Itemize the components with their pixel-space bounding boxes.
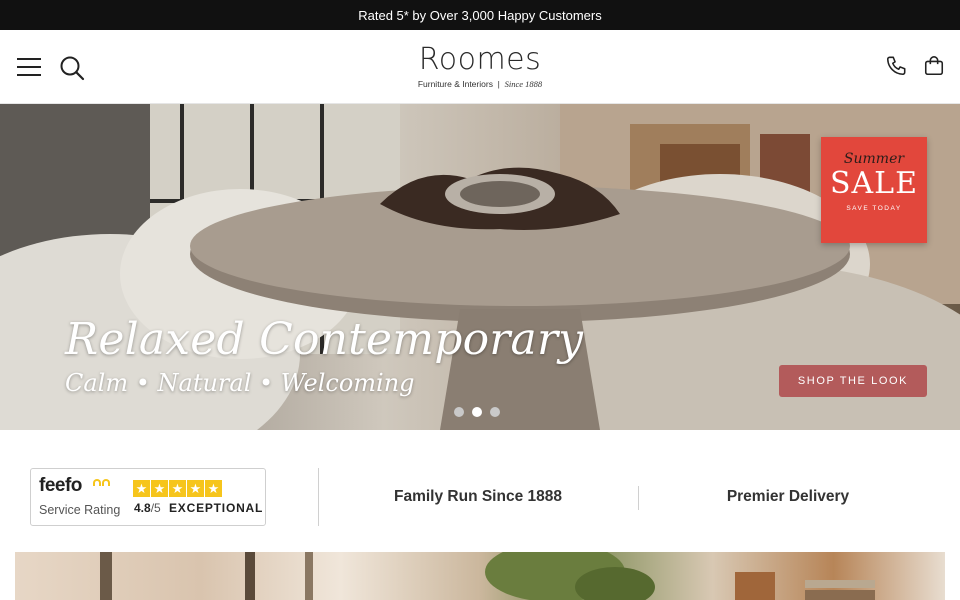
announcement-text: Rated 5* by Over 3,000 Happy Customers — [358, 7, 602, 23]
star-icon: ★ — [133, 480, 150, 497]
site-logo[interactable]: Roomes Furniture & Interiors | Since 188… — [405, 42, 555, 90]
trust-bar: feefo Service Rating ★ ★ ★ ★ ★ 4.8/5 EXC… — [0, 430, 960, 552]
lifestyle-image[interactable] — [15, 552, 945, 600]
bag-button[interactable] — [920, 52, 948, 80]
feefo-eyes-icon — [93, 479, 110, 486]
hero-subtitle: Calm • Natural • Welcoming — [65, 369, 415, 397]
carousel-dot-3[interactable] — [490, 407, 500, 417]
lifestyle-image-graphic — [100, 552, 875, 600]
summer-sale-badge[interactable]: Summer SALE SAVE TODAY — [821, 137, 927, 243]
sale-big-text: SALE — [829, 166, 919, 201]
rating-stars: ★ ★ ★ ★ ★ — [133, 480, 222, 497]
trust-item-premier-delivery: Premier Delivery — [726, 488, 850, 505]
hero-title: Relaxed Contemporary — [65, 314, 584, 365]
star-icon: ★ — [151, 480, 168, 497]
trust-item-family-run: Family Run Since 1888 — [394, 488, 562, 505]
search-icon — [60, 56, 85, 81]
star-icon: ★ — [187, 480, 204, 497]
logo-tagline: Furniture & Interiors | Since 1888 — [417, 79, 543, 89]
shop-the-look-button[interactable]: SHOP THE LOOK — [779, 365, 927, 397]
logo-wordmark: Roomes — [418, 42, 542, 77]
sale-script-text: Summer — [843, 151, 905, 167]
star-icon: ★ — [205, 480, 222, 497]
hamburger-menu-icon — [17, 58, 41, 76]
search-button[interactable] — [57, 53, 87, 83]
rating-max: /5 — [150, 501, 161, 515]
carousel-dots — [454, 407, 500, 417]
rating-score: 4.8/5 — [134, 501, 161, 515]
star-icon: ★ — [169, 480, 186, 497]
logo-since: Since 1888 — [504, 79, 543, 89]
hero-banner[interactable]: Relaxed Contemporary Calm • Natural • We… — [0, 104, 960, 430]
carousel-dot-2[interactable] — [472, 407, 482, 417]
service-rating-label: Service Rating — [39, 503, 121, 517]
menu-button[interactable] — [14, 52, 44, 82]
shopping-bag-icon — [924, 56, 944, 76]
site-header: Roomes Furniture & Interiors | Since 188… — [0, 30, 960, 104]
phone-icon — [886, 56, 906, 76]
rating-word: EXCEPTIONAL — [169, 501, 264, 515]
rating-value: 4.8 — [134, 501, 151, 515]
feefo-rating-widget[interactable]: feefo Service Rating ★ ★ ★ ★ ★ 4.8/5 EXC… — [30, 468, 266, 526]
phone-button[interactable] — [882, 52, 910, 80]
feefo-logo: feefo — [39, 475, 82, 496]
sale-small-text: SAVE TODAY — [846, 205, 902, 212]
logo-tagline-text: Furniture & Interiors — [417, 79, 493, 89]
carousel-dot-1[interactable] — [454, 407, 464, 417]
announcement-bar: Rated 5* by Over 3,000 Happy Customers — [0, 0, 960, 30]
